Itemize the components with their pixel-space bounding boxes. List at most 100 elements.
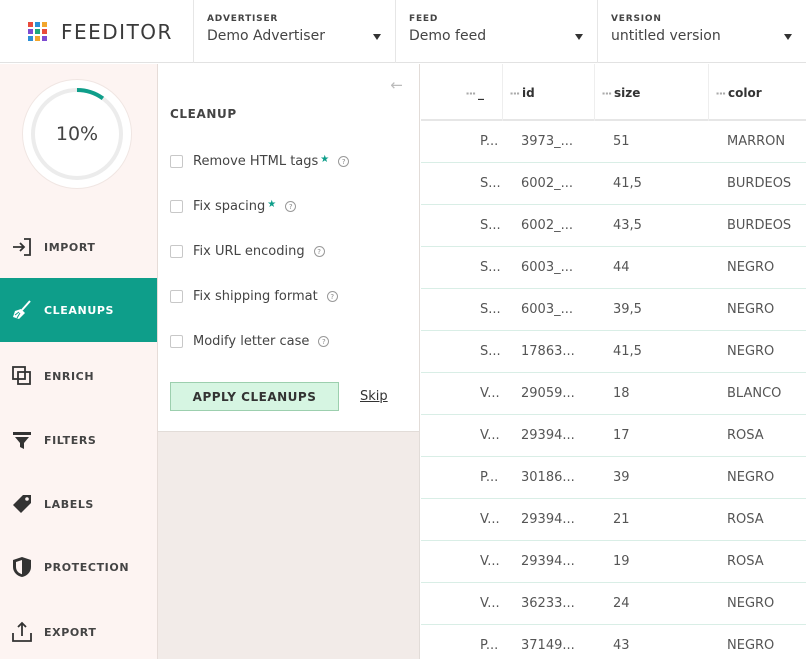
table-cell[interactable]: 24 <box>613 583 713 625</box>
column-header[interactable]: ⋮ size <box>595 64 709 121</box>
table-row[interactable]: P... 37149... 43 NEGRO <box>421 625 806 659</box>
checkbox[interactable] <box>170 334 183 348</box>
checkbox[interactable] <box>170 289 183 303</box>
table-cell[interactable]: 6002_... <box>521 163 601 205</box>
table-cell[interactable]: 51 <box>613 121 713 163</box>
table-cell[interactable]: ROSA <box>727 415 806 457</box>
table-cell[interactable]: 29394... <box>521 499 601 541</box>
column-header[interactable]: ⋮ id <box>503 64 595 121</box>
table-cell[interactable]: V... <box>480 499 510 541</box>
table-cell[interactable]: 39 <box>613 457 713 499</box>
column-header[interactable]: ⋮ _ <box>459 64 503 121</box>
table-cell[interactable]: ROSA <box>727 541 806 583</box>
table-cell[interactable]: 29059... <box>521 373 601 415</box>
table-cell[interactable]: S... <box>480 289 510 331</box>
option-remove-html-tags[interactable]: Remove HTML tags ★ ? <box>170 151 350 171</box>
table-cell[interactable]: 29394... <box>521 541 601 583</box>
checkbox[interactable] <box>170 244 183 258</box>
table-cell[interactable]: NEGRO <box>727 331 806 373</box>
table-cell[interactable]: BLANCO <box>727 373 806 415</box>
table-cell[interactable]: MARRON <box>727 121 806 163</box>
table-cell[interactable]: 41,5 <box>613 331 713 373</box>
table-cell[interactable]: 39,5 <box>613 289 713 331</box>
table-cell[interactable]: P... <box>480 457 510 499</box>
drag-handle-icon[interactable]: ⋮ <box>600 88 613 98</box>
table-cell[interactable]: 6003_... <box>521 289 601 331</box>
table-cell[interactable]: 44 <box>613 247 713 289</box>
apply-cleanups-button[interactable]: APPLY CLEANUPS <box>170 382 339 411</box>
table-cell[interactable]: 37149... <box>521 625 601 659</box>
nav-item-cleanups[interactable]: CLEANUPS <box>0 278 157 342</box>
help-icon[interactable]: ? <box>326 290 338 302</box>
table-cell[interactable]: S... <box>480 247 510 289</box>
nav-item-filters[interactable]: FILTERS <box>0 408 157 472</box>
table-cell[interactable]: P... <box>480 121 510 163</box>
table-cell[interactable]: 6003_... <box>521 247 601 289</box>
table-cell[interactable]: 17 <box>613 415 713 457</box>
help-icon[interactable]: ? <box>318 335 330 347</box>
nav-item-protection[interactable]: PROTECTION <box>0 535 157 599</box>
column-header[interactable]: ⋮ color <box>709 64 806 121</box>
table-row[interactable]: S... 6002_... 41,5 BURDEOS <box>421 163 806 205</box>
table-cell[interactable]: 29394... <box>521 415 601 457</box>
help-icon[interactable]: ? <box>313 245 325 257</box>
table-cell[interactable]: 18 <box>613 373 713 415</box>
table-cell[interactable]: 6002_... <box>521 205 601 247</box>
drag-handle-icon[interactable]: ⋮ <box>508 88 521 98</box>
table-cell[interactable]: S... <box>480 331 510 373</box>
table-cell[interactable]: 17863... <box>521 331 601 373</box>
table-cell[interactable]: V... <box>480 583 510 625</box>
table-cell[interactable]: 43,5 <box>613 205 713 247</box>
table-cell[interactable]: 36233... <box>521 583 601 625</box>
table-row[interactable]: S... 17863... 41,5 NEGRO <box>421 331 806 373</box>
table-row[interactable]: V... 29059... 18 BLANCO <box>421 373 806 415</box>
brand[interactable]: FEEDITOR <box>0 0 194 63</box>
table-cell[interactable]: BURDEOS <box>727 205 806 247</box>
table-row[interactable]: S... 6003_... 44 NEGRO <box>421 247 806 289</box>
table-cell[interactable]: S... <box>480 163 510 205</box>
table-cell[interactable]: S... <box>480 205 510 247</box>
table-row[interactable]: V... 36233... 24 NEGRO <box>421 583 806 625</box>
table-row[interactable]: P... 30186... 39 NEGRO <box>421 457 806 499</box>
table-cell[interactable]: 21 <box>613 499 713 541</box>
table-cell[interactable]: 19 <box>613 541 713 583</box>
table-row[interactable]: S... 6002_... 43,5 BURDEOS <box>421 205 806 247</box>
table-cell[interactable]: NEGRO <box>727 247 806 289</box>
table-cell[interactable]: NEGRO <box>727 457 806 499</box>
nav-item-labels[interactable]: LABELS <box>0 472 157 536</box>
table-cell[interactable]: 43 <box>613 625 713 659</box>
nav-item-export[interactable]: EXPORT <box>0 600 157 659</box>
feed-select[interactable]: FEED Demo feed <box>396 0 598 63</box>
option-modify-letter-case[interactable]: Modify letter case ? <box>170 331 330 351</box>
table-cell[interactable]: NEGRO <box>727 625 806 659</box>
version-select[interactable]: VERSION untitled version <box>598 0 806 63</box>
table-row[interactable]: V... 29394... 17 ROSA <box>421 415 806 457</box>
table-row[interactable]: P... 3973_... 51 MARRON <box>421 121 806 163</box>
nav-item-import[interactable]: IMPORT <box>0 215 157 279</box>
table-cell[interactable]: 30186... <box>521 457 601 499</box>
table-row[interactable]: V... 29394... 21 ROSA <box>421 499 806 541</box>
checkbox[interactable] <box>170 154 183 168</box>
table-cell[interactable]: V... <box>480 415 510 457</box>
table-cell[interactable]: 41,5 <box>613 163 713 205</box>
help-icon[interactable]: ? <box>338 155 350 167</box>
checkbox[interactable] <box>170 199 183 213</box>
skip-link[interactable]: Skip <box>360 389 388 404</box>
help-icon[interactable]: ? <box>285 200 297 212</box>
advertiser-select[interactable]: ADVERTISER Demo Advertiser <box>194 0 396 63</box>
table-cell[interactable]: V... <box>480 541 510 583</box>
table-cell[interactable]: 3973_... <box>521 121 601 163</box>
table-row[interactable]: S... 6003_... 39,5 NEGRO <box>421 289 806 331</box>
table-row[interactable]: V... 29394... 19 ROSA <box>421 541 806 583</box>
table-cell[interactable]: NEGRO <box>727 289 806 331</box>
table-cell[interactable]: ROSA <box>727 499 806 541</box>
table-cell[interactable]: V... <box>480 373 510 415</box>
arrow-left-icon[interactable]: ← <box>390 76 403 94</box>
table-cell[interactable]: BURDEOS <box>727 163 806 205</box>
table-cell[interactable]: P... <box>480 625 510 659</box>
option-fix-shipping-format[interactable]: Fix shipping format ? <box>170 286 338 306</box>
nav-item-enrich[interactable]: ENRICH <box>0 344 157 408</box>
option-fix-spacing[interactable]: Fix spacing ★ ? <box>170 196 297 216</box>
table-cell[interactable]: NEGRO <box>727 583 806 625</box>
drag-handle-icon[interactable]: ⋮ <box>464 88 477 98</box>
